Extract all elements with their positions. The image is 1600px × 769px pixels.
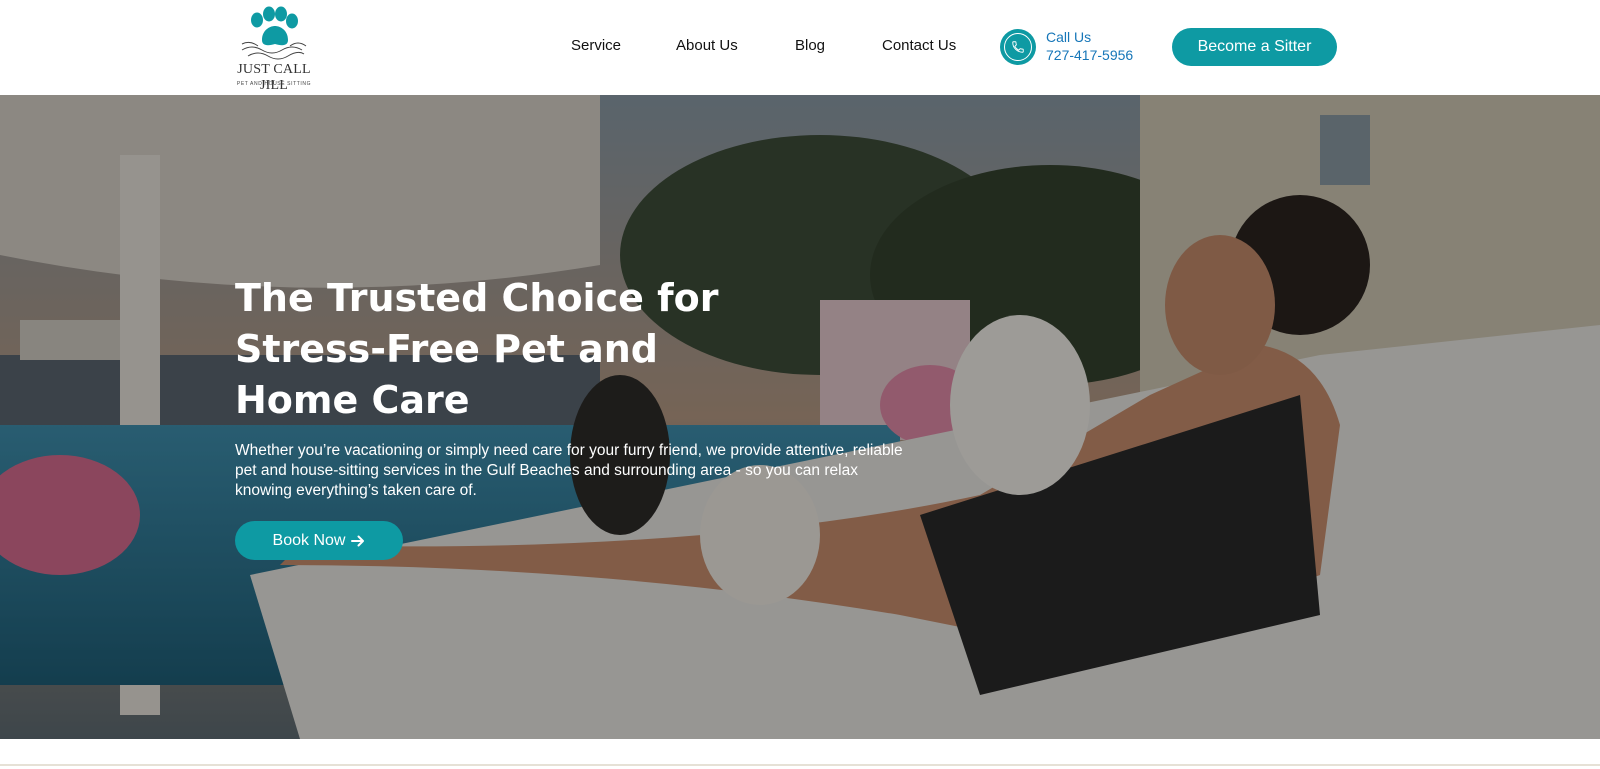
hero-description: Whether you’re vacationing or simply nee… <box>235 442 903 499</box>
nav-item-service[interactable]: Service <box>571 37 621 54</box>
nav-item-about-us[interactable]: About Us <box>676 37 738 54</box>
become-a-sitter-button[interactable]: Become a Sitter <box>1172 28 1337 66</box>
book-now-label: Book Now <box>272 531 346 549</box>
logo-wordmark: JUST CALL JILL <box>237 62 311 93</box>
nav-item-blog[interactable]: Blog <box>795 37 825 54</box>
section-divider <box>0 764 1600 766</box>
hero-title-line-1: The Trusted Choice for <box>235 276 719 320</box>
nav-item-contact-us[interactable]: Contact Us <box>882 37 956 54</box>
phone-number-link[interactable]: 727-417-5956 <box>1046 47 1133 63</box>
phone-icon[interactable] <box>1000 29 1036 65</box>
arrow-right-icon <box>351 535 365 546</box>
hero-title-line-2: Stress-Free Pet and <box>235 327 659 371</box>
hero-title-line-3: Home Care <box>235 378 470 422</box>
book-now-button[interactable]: Book Now <box>235 521 403 560</box>
hero-title: The Trusted Choice for Stress-Free Pet a… <box>235 273 755 426</box>
call-us-label: Call Us <box>1046 29 1092 45</box>
logo[interactable]: JUST CALL JILL PET AND HOUSE SITTING <box>224 6 324 93</box>
site-header: JUST CALL JILL PET AND HOUSE SITTING Ser… <box>0 0 1600 95</box>
paw-print-icon <box>241 6 307 60</box>
hero-section: The Trusted Choice for Stress-Free Pet a… <box>0 95 1600 739</box>
logo-tagline: PET AND HOUSE SITTING <box>236 81 312 87</box>
